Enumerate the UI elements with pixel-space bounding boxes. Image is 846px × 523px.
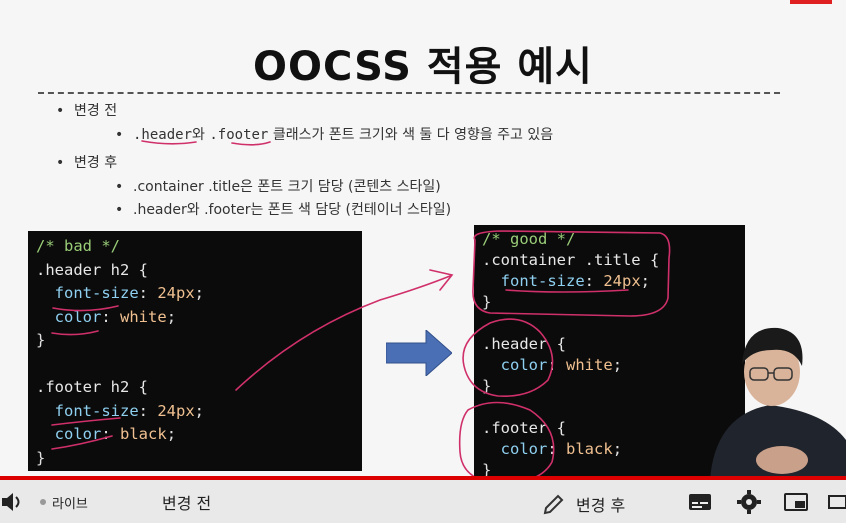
code-brace: }: [482, 293, 492, 311]
header-code: .header: [133, 127, 193, 143]
volume-icon[interactable]: [0, 488, 28, 516]
player-controls: 라이브 변경 전 변경 후: [0, 480, 846, 523]
code-prop: color: [54, 307, 102, 326]
before-mid: 와: [192, 127, 210, 143]
live-dot-icon: [40, 499, 46, 505]
subtitles-icon[interactable]: [686, 488, 714, 516]
code-prop: color: [54, 425, 102, 443]
code-comment: /* good */: [482, 230, 576, 248]
code-selector: .footer {: [482, 419, 566, 437]
code-selector: .header {: [482, 335, 566, 353]
right-arrow-icon: [386, 330, 452, 376]
dashed-divider: [38, 92, 780, 94]
live-label[interactable]: 라이브: [52, 493, 88, 512]
after-item-1: .container .title은 폰트 크기 담당 (콘텐츠 스타일): [133, 179, 441, 195]
footer-code: .footer: [209, 127, 269, 143]
code-selector: .container .title {: [482, 251, 660, 269]
caption-after: 변경 후: [576, 496, 626, 515]
code-selector: .footer h2 {: [36, 378, 148, 396]
bullet-before: • 변경 전: [56, 103, 118, 119]
bullet-after-item-1: • .container .title은 폰트 크기 담당 (콘텐츠 스타일): [115, 179, 441, 195]
after-item-2: .header와 .footer는 폰트 색 담당 (컨테이너 스타일): [133, 202, 452, 218]
code-prop: color: [500, 356, 548, 374]
code-value: black: [566, 440, 613, 458]
code-value: 24px: [157, 401, 195, 420]
bullet-before-item: • .header와 .footer 클래스가 폰트 크기와 색 둘 다 영향을 …: [115, 127, 554, 143]
pencil-icon: [543, 494, 564, 515]
code-comment: /* bad */: [36, 237, 120, 255]
code-prop: font-size: [500, 272, 585, 290]
top-red-marker: [790, 0, 832, 4]
code-selector: .header h2 {: [36, 260, 148, 279]
code-prop: font-size: [54, 401, 139, 420]
miniplayer-icon[interactable]: [782, 488, 810, 516]
code-value: white: [120, 307, 167, 326]
after-heading: 변경 후: [74, 155, 118, 171]
code-brace: }: [482, 377, 492, 395]
before-heading: 변경 전: [74, 103, 118, 119]
code-value: 24px: [603, 272, 641, 290]
settings-icon[interactable]: [735, 488, 763, 516]
bullet-after: • 변경 후: [56, 155, 118, 171]
video-frame[interactable]: OOCSS 적용 예시 • 변경 전 • .header와 .footer 클래스가…: [0, 0, 846, 480]
code-brace: }: [36, 331, 46, 349]
code-prop: font-size: [54, 284, 139, 302]
code-brace: }: [36, 448, 46, 467]
caption-before: 변경 전: [162, 494, 212, 513]
code-value: black: [120, 425, 167, 443]
slide-title: OOCSS 적용 예시: [253, 44, 593, 90]
bullet-after-item-2: • .header와 .footer는 폰트 색 담당 (컨테이너 스타일): [115, 202, 452, 218]
before-rest: 클래스가 폰트 크기와 색 둘 다 영향을 주고 있음: [268, 127, 554, 143]
code-value: 24px: [157, 284, 195, 302]
presenter-video: [710, 327, 846, 480]
code-value: white: [566, 356, 613, 374]
code-block-bad: /* bad */ .header h2 { font-size: 24px; …: [28, 231, 362, 471]
code-prop: color: [500, 440, 548, 458]
theater-icon[interactable]: [826, 488, 846, 516]
